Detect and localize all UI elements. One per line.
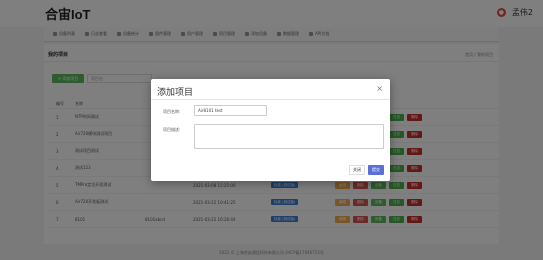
modal-title: 添加项目 (157, 88, 194, 98)
close-icon[interactable]: × (376, 85, 383, 93)
add-project-modal: 添加项目 × 项目名称: 项目描述: 关闭 提交 (151, 79, 390, 181)
project-desc-textarea[interactable] (194, 124, 384, 149)
submit-button[interactable]: 提交 (368, 165, 384, 175)
project-name-input[interactable] (194, 105, 267, 116)
project-name-label: 项目名称: (163, 109, 181, 114)
close-button[interactable]: 关闭 (349, 165, 365, 175)
divider (151, 99, 390, 100)
project-desc-label: 项目描述: (163, 127, 181, 132)
